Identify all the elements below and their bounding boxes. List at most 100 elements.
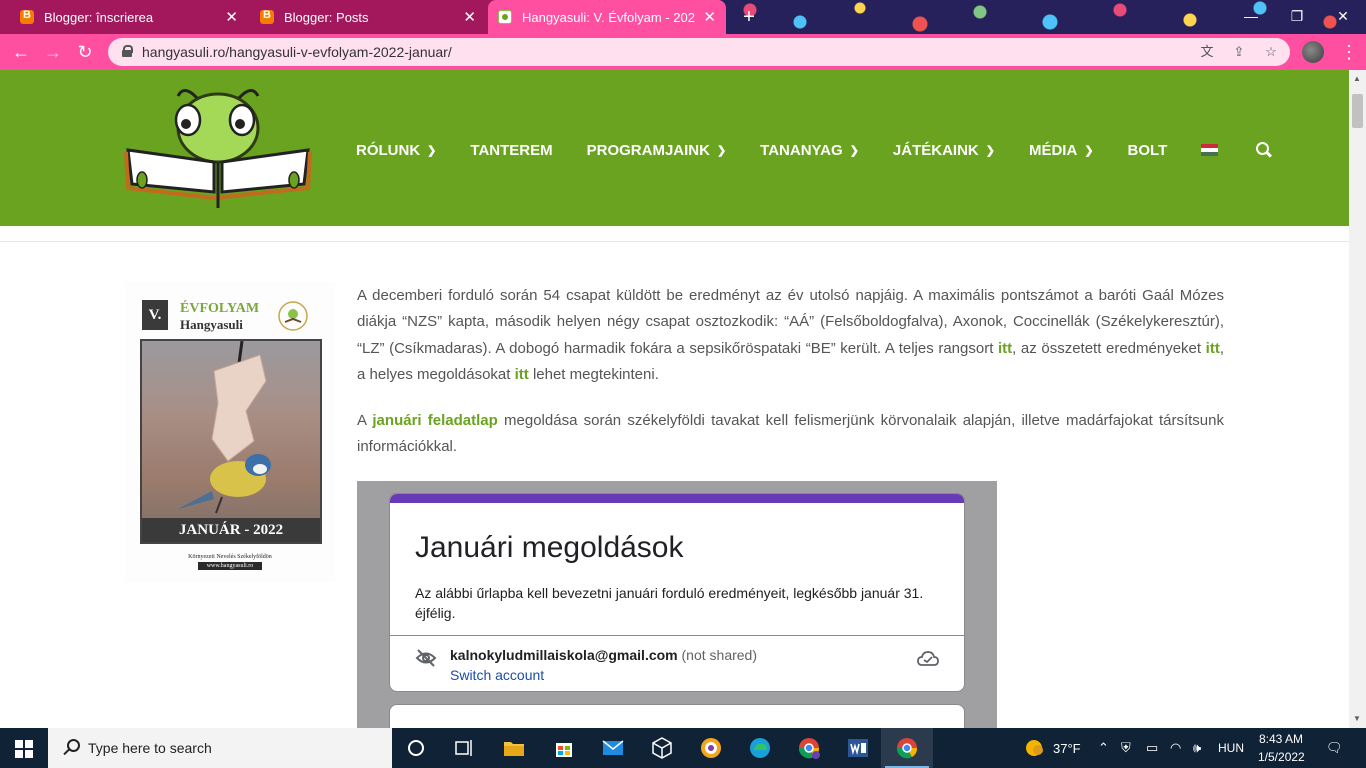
close-icon[interactable]: ✕ bbox=[225, 8, 238, 26]
file-explorer-icon[interactable] bbox=[502, 736, 526, 760]
cover-footer-url: www.hangyasuli.ro bbox=[198, 562, 262, 570]
nav-item-tanterem[interactable]: TANTEREM bbox=[470, 142, 552, 159]
paragraph-text: lehet megtekinteni. bbox=[528, 365, 659, 383]
page-scrollbar[interactable]: ▲ ▼ bbox=[1349, 70, 1366, 728]
emblem-icon bbox=[278, 301, 308, 331]
back-button[interactable]: ← bbox=[8, 39, 34, 65]
chevron-down-icon: ❯ bbox=[1084, 144, 1094, 157]
nav-item-tananyag[interactable]: TANANYAG ❯ bbox=[760, 142, 859, 159]
notifications-icon[interactable]: 🗨 bbox=[1326, 740, 1343, 756]
switch-account-link[interactable]: Switch account bbox=[450, 667, 544, 683]
new-tab-button[interactable]: + bbox=[737, 5, 761, 29]
combined-results-link[interactable]: itt bbox=[1206, 340, 1220, 357]
profile-avatar[interactable] bbox=[1302, 41, 1324, 63]
results-paragraph: A decemberi forduló során 54 csapat küld… bbox=[357, 283, 1224, 388]
share-icon[interactable]: ⇪ bbox=[1230, 43, 1248, 61]
minimize-button[interactable]: — bbox=[1228, 0, 1274, 34]
mail-icon[interactable] bbox=[601, 736, 625, 760]
january-cover-image: V. ÉVFOLYAM Hangyasuli JANUÁR - 2022 Kör… bbox=[125, 282, 335, 582]
chrome-profile-icon[interactable] bbox=[797, 736, 821, 760]
lock-icon[interactable] bbox=[122, 45, 133, 57]
tab-hangyasuli[interactable]: Hangyasuli: V. Évfolyam - 2022. j ✕ bbox=[488, 0, 726, 34]
forward-button[interactable]: → bbox=[40, 39, 66, 65]
nav-item-media[interactable]: MÉDIA ❯ bbox=[1029, 142, 1094, 159]
blogger-icon bbox=[260, 9, 274, 24]
form-header-card: Januári megoldások Az alábbi űrlapba kel… bbox=[389, 493, 965, 692]
weather-temp[interactable]: 37°F bbox=[1053, 741, 1081, 756]
form-description: Az alábbi űrlapba kell bevezetni januári… bbox=[415, 585, 924, 621]
brave-browser-icon[interactable] bbox=[699, 736, 723, 760]
nav-item-rolunk[interactable]: RÓLUNK ❯ bbox=[356, 142, 436, 159]
security-icon[interactable]: ⛨ bbox=[1121, 740, 1131, 756]
account-email: kalnokyludmillaiskola@gmail.com (not sha… bbox=[450, 647, 757, 663]
scroll-up-icon[interactable]: ▲ bbox=[1353, 74, 1361, 83]
close-window-button[interactable]: ✕ bbox=[1320, 0, 1366, 34]
close-icon[interactable]: ✕ bbox=[463, 8, 476, 26]
ranking-link[interactable]: itt bbox=[998, 340, 1012, 357]
edge-browser-icon[interactable] bbox=[748, 736, 772, 760]
hangyasuli-icon bbox=[498, 10, 512, 24]
search-icon[interactable] bbox=[1256, 142, 1272, 158]
chevron-down-icon: ❯ bbox=[985, 144, 995, 157]
chrome-icon[interactable] bbox=[895, 736, 919, 760]
tab-blogger-posts[interactable]: Blogger: Posts ✕ bbox=[250, 0, 486, 34]
reload-button[interactable]: ↻ bbox=[72, 39, 98, 65]
tab-title: Hangyasuli: V. Évfolyam - 2022. j bbox=[522, 9, 696, 25]
chevron-down-icon: ❯ bbox=[716, 144, 727, 157]
wifi-icon[interactable]: ◠ bbox=[1170, 740, 1181, 756]
scroll-down-icon[interactable]: ▼ bbox=[1353, 714, 1361, 723]
not-shared-text: (not shared) bbox=[681, 647, 757, 663]
tab-strip: Blogger: înscrierea ✕ Blogger: Posts ✕ H… bbox=[0, 0, 1366, 34]
site-header: RÓLUNK ❯ TANTEREM PROGRAMJAINK ❯ TANANYAG ❯… bbox=[0, 70, 1349, 226]
paragraph-text: , az összetett eredményeket bbox=[1012, 339, 1206, 357]
hangyasuli-logo[interactable] bbox=[122, 80, 314, 214]
nav-label: JÁTÉKAINK bbox=[892, 141, 979, 159]
solutions-link[interactable]: itt bbox=[515, 366, 529, 383]
volume-label: V. bbox=[142, 300, 168, 330]
hungarian-flag-icon[interactable] bbox=[1201, 144, 1219, 156]
browser-menu-icon[interactable]: ⋮ bbox=[1340, 40, 1358, 64]
volume-icon[interactable]: 🕪 bbox=[1193, 740, 1201, 756]
embedded-form: Januári megoldások Az alábbi űrlapba kel… bbox=[357, 481, 997, 728]
battery-icon[interactable]: ▭ bbox=[1146, 740, 1158, 756]
task-view-icon[interactable] bbox=[452, 736, 476, 760]
clock-date[interactable]: 1/5/2022 bbox=[1258, 750, 1305, 764]
word-icon[interactable] bbox=[846, 736, 870, 760]
tab-blogger-inscrierea[interactable]: Blogger: înscrierea ✕ bbox=[10, 0, 248, 34]
email-text: kalnokyludmillaiskola@gmail.com bbox=[450, 647, 678, 663]
address-bar[interactable]: hangyasuli.ro/hangyasuli-v-evfolyam-2022… bbox=[108, 38, 1290, 66]
nav-item-programjaink[interactable]: PROGRAMJAINK ❯ bbox=[587, 142, 727, 159]
url-text: hangyasuli.ro/hangyasuli-v-evfolyam-2022… bbox=[142, 44, 452, 60]
language-indicator[interactable]: HUN bbox=[1218, 741, 1244, 755]
form-title: Januári megoldások bbox=[415, 531, 684, 564]
restore-button[interactable]: ❐ bbox=[1274, 0, 1320, 34]
close-icon[interactable]: ✕ bbox=[703, 8, 716, 26]
bird-photo bbox=[140, 339, 322, 544]
blogger-icon bbox=[20, 9, 34, 24]
tab-title: Blogger: Posts bbox=[284, 9, 369, 25]
clock-time[interactable]: 8:43 AM bbox=[1259, 732, 1303, 746]
translate-icon[interactable]: 文 bbox=[1198, 43, 1216, 61]
scrollbar-thumb[interactable] bbox=[1352, 94, 1363, 128]
taskbar-search[interactable]: Type here to search bbox=[48, 728, 392, 768]
nav-label: RÓLUNK bbox=[356, 141, 421, 159]
form-question-card bbox=[389, 704, 965, 728]
windows-start-button[interactable] bbox=[0, 728, 48, 768]
cover-footer-line: Környezeti Nevelés Székelyföldön bbox=[188, 554, 272, 560]
nav-item-jatekaink[interactable]: JÁTÉKAINK ❯ bbox=[893, 142, 995, 159]
cortana-icon[interactable] bbox=[404, 736, 428, 760]
january-worksheet-link[interactable]: januári feladatlap bbox=[372, 412, 497, 429]
cube-app-icon[interactable] bbox=[650, 736, 674, 760]
search-icon bbox=[62, 739, 80, 757]
form-separator bbox=[390, 635, 964, 636]
main-nav: RÓLUNK ❯ TANTEREM PROGRAMJAINK ❯ TANANYAG ❯… bbox=[356, 140, 1272, 160]
nav-label: MÉDIA bbox=[1028, 141, 1078, 159]
weather-sun-icon[interactable] bbox=[1024, 738, 1044, 758]
bookmark-star-icon[interactable]: ☆ bbox=[1262, 43, 1280, 61]
brand-label: Hangyasuli bbox=[180, 317, 243, 332]
cover-month: JANUÁR - 2022 bbox=[142, 518, 320, 542]
store-icon[interactable] bbox=[552, 736, 576, 760]
paragraph-text: A bbox=[357, 412, 373, 429]
chevron-up-icon[interactable]: ⌃ bbox=[1098, 740, 1109, 756]
nav-item-bolt[interactable]: BOLT bbox=[1128, 142, 1168, 159]
